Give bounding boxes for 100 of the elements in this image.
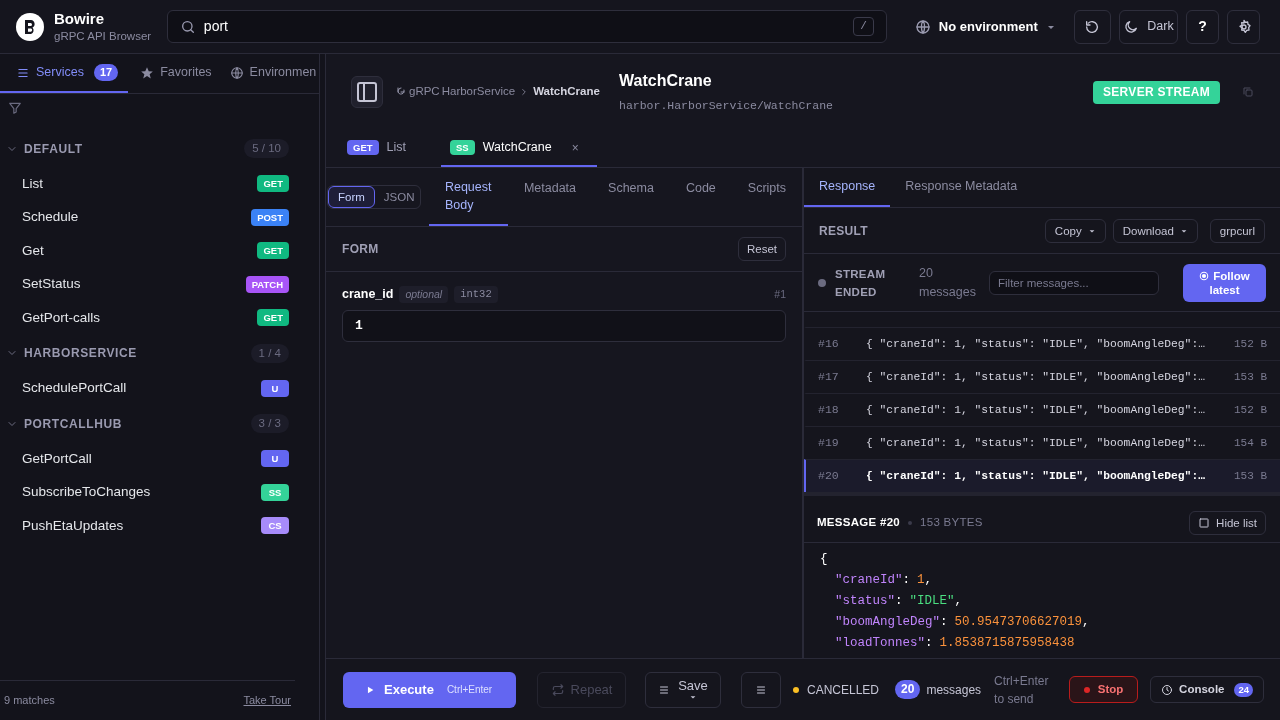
method-item[interactable]: List GET [0,167,289,201]
refresh-button[interactable] [1073,9,1111,44]
mode-toggle[interactable]: JSON [374,186,420,208]
checkbox-icon [1198,516,1211,529]
method-item[interactable]: GetPortCall U [0,442,289,476]
stream-type-badge: SERVER STREAM [1092,80,1220,104]
method-badge: SS [261,483,289,501]
group-header[interactable]: PORTCALLHUB 3 / 3 [0,405,289,442]
globe-icon [914,18,931,35]
message-size: 152 B [1234,402,1267,418]
response-tab[interactable]: Response Metadata [890,168,1033,207]
message-index: #19 [818,435,840,452]
method-item[interactable]: SubscribeToChanges SS [0,475,289,509]
hide-list-button[interactable]: Hide list [1189,510,1266,535]
sidebar-tab[interactable]: Services 17 [0,54,129,93]
message-preview: { "craneId": 1, "status": "IDLE", "boomAngleDeg":… [866,369,1206,385]
messages-label: messages [926,681,982,699]
tour-link[interactable]: Take Tour [243,692,291,709]
grpcurl-button[interactable]: grpcurl [1209,218,1265,243]
breadcrumb-protocol: gRPC [409,84,440,100]
request-tab[interactable]: SS WatchCrane × [441,130,597,167]
method-item[interactable]: GetPort-calls GET [0,301,289,335]
star-icon [140,65,155,80]
group-count: 1 / 4 [250,343,289,363]
shortcut-hint: Ctrl+Enter to send [994,672,1050,708]
group-header[interactable]: DEFAULT 5 / 10 [0,130,289,167]
breadcrumb-link[interactable]: HarborService [441,83,516,101]
console-button[interactable]: Console 24 [1150,676,1265,703]
field-label: crane_id [342,286,394,303]
response-tab[interactable]: Response [804,168,891,207]
action-dropdown[interactable]: Download [1112,218,1198,243]
method-item[interactable]: SchedulePortCall U [0,371,289,405]
settings-button[interactable] [1227,9,1260,44]
number-input[interactable]: 1 [342,309,786,342]
method-badge: U [261,450,289,468]
message-row[interactable]: #17 { "craneId": 1, "status": "IDLE", "boomAngleDeg":… 153 B [804,360,1280,393]
execute-button[interactable]: Execute Ctrl+Enter [343,671,516,708]
method-badge: U [261,379,289,397]
caret-icon [689,693,697,701]
sidebar-tab[interactable]: Favorites [128,54,220,93]
sidebar-panel-icon [355,80,379,104]
optional-tag: optional [399,285,449,303]
method-path: harbor.HarborService/WatchCrane [619,98,834,115]
environment-dropdown[interactable]: No environment [914,16,1056,37]
action-dropdown[interactable]: Copy [1044,218,1106,243]
clock-icon [1161,683,1174,696]
filter-icon [8,101,22,115]
panel-toggle-button[interactable] [351,76,383,108]
save-button[interactable]: Save [645,671,721,708]
breadcrumb-current: WatchCrane [533,84,600,100]
message-index: #17 [818,369,840,386]
filter-input[interactable]: Filter messages... [989,270,1159,295]
message-row[interactable]: #16 { "craneId": 1, "status": "IDLE", "boomAngleDeg":… 152 B [804,327,1280,360]
close-icon[interactable]: × [571,138,579,157]
json-line: "boomAngleDeg": 50.95473706627019, [834,614,1091,631]
method-badge: GET [257,175,289,193]
group-count: 5 / 10 [244,139,289,158]
message-size: 154 B [1234,435,1267,451]
request-tab[interactable]: GET List [338,130,415,167]
sidebar-tab[interactable]: Environmen [219,54,317,93]
stop-button[interactable]: Stop [1069,676,1139,703]
menu-button[interactable] [741,671,781,708]
section-title: FORM [342,241,379,258]
request-section-tab[interactable]: Code [669,168,732,199]
group-count: 3 / 3 [250,414,289,433]
message-row[interactable]: #18 { "craneId": 1, "status": "IDLE", "boomAngleDeg":… 152 B [804,393,1280,426]
method-item[interactable]: Get GET [0,234,289,268]
section-title: RESULT [819,222,869,240]
mode-toggle[interactable]: Form [328,186,375,208]
help-button[interactable]: ? [1186,9,1220,44]
method-item[interactable]: SetStatus PATCH [0,267,289,301]
message-count: 20 messages [919,264,977,301]
search-icon [179,18,196,35]
list-icon [658,683,671,696]
message-size: 153 BYTES [920,514,984,530]
message-preview: { "craneId": 1, "status": "IDLE", "boomAngleDeg":… [866,336,1206,352]
type-tag: int32 [454,285,498,303]
globe-icon [229,65,244,80]
search-field[interactable]: port / [166,10,887,43]
message-row[interactable]: #20 { "craneId": 1, "status": "IDLE", "boomAngleDeg":… 153 B [804,459,1280,492]
group-header[interactable]: HARBORSERVICE 1 / 4 [0,334,289,372]
request-section-tab[interactable]: Schema [592,168,670,199]
request-section-tab[interactable]: Request Body [428,168,508,226]
copy-icon [1242,86,1254,98]
theme-button[interactable]: Dark [1118,9,1179,44]
json-brace: { [820,551,829,568]
method-item[interactable]: PushEtaUpdates CS [0,509,289,543]
method-item[interactable]: Schedule POST [0,200,289,234]
message-size: 152 B [1234,336,1267,352]
request-section-tab[interactable]: Metadata [507,168,593,199]
message-size: 153 B [1234,369,1267,385]
request-section-tab[interactable]: Scripts [731,168,802,199]
run-status: CANCELLED [807,681,880,699]
moon-icon [1123,18,1140,35]
follow-latest-button[interactable]: Follow latest [1183,263,1266,302]
reset-button[interactable]: Reset [737,237,786,261]
refresh-icon [1084,18,1101,35]
message-index: #20 [818,468,840,485]
repeat-button: Repeat [537,671,626,708]
count-badge: 20 [895,680,921,699]
